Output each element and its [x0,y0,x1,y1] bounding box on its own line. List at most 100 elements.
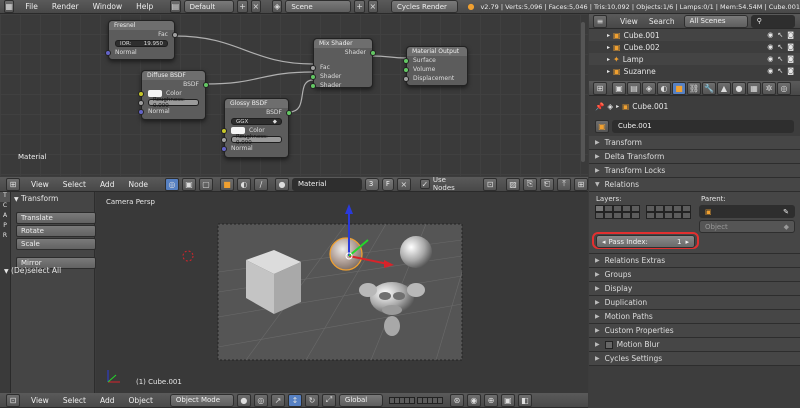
pivot-icon[interactable]: ◎ [253,393,268,407]
particles-tab-icon[interactable]: ✲ [762,81,776,95]
deselect-all-operator[interactable]: ▼ (De)select All [4,266,61,275]
world-tab-icon[interactable]: ◐ [657,81,671,95]
texture-tab-icon[interactable]: ▦ [747,81,761,95]
panel-motion-blur[interactable]: ▶ Motion Blur [589,338,800,352]
scene-tab-icon[interactable]: ◈ [642,81,656,95]
snap-element-icon[interactable]: ⊞ [573,177,588,191]
object-tab-icon[interactable]: ■ [672,81,686,95]
material-close-icon[interactable]: × [396,177,411,191]
material-tab-icon[interactable]: ● [732,81,746,95]
menu-window[interactable]: Window [93,2,123,11]
rotate-manipulator-icon[interactable]: ↻ [304,393,319,407]
data-tab-icon[interactable]: ▲ [717,81,731,95]
material-browse-icon[interactable]: ● [274,177,289,191]
node-editor[interactable]: Fresnel Fac IOR: 19.950 Normal Diffuse BS… [0,14,588,176]
layer-buttons[interactable] [388,396,443,404]
input-socket[interactable] [221,127,227,134]
panel-custom-properties[interactable]: ▶ Custom Properties [589,324,800,338]
proportional-icon[interactable]: ◉ [466,393,481,407]
output-socket[interactable] [370,49,376,56]
layer-grid[interactable] [595,205,692,219]
line-style-icon[interactable]: ∕ [253,177,268,191]
menu-view[interactable]: View [620,17,638,26]
parent-nodes-icon[interactable]: ⤒ [556,177,571,191]
distribution-select[interactable]: GGX ◆ [231,118,282,125]
constraints-tab-icon[interactable]: ⛓ [687,81,701,95]
motion-blur-checkbox[interactable] [604,340,613,349]
output-socket[interactable] [286,109,292,116]
pass-index-field[interactable]: ◂ Pass Index: 1 ▸ [596,235,695,248]
render-layers-tab-icon[interactable]: ▤ [627,81,641,95]
editor-type-icon[interactable]: ≡ [593,14,607,28]
editor-type-icon[interactable]: ⊡ [6,393,20,407]
input-socket[interactable] [403,66,409,73]
input-socket[interactable] [403,57,409,64]
parent-field[interactable]: ▣ ✎ [699,205,795,218]
layout-add-icon[interactable]: + [237,0,248,13]
object-name-field[interactable]: Cube.001 [612,119,794,133]
fresnel-node[interactable]: Fresnel Fac IOR: 19.950 Normal [105,20,178,60]
material-name-field[interactable]: Material [291,177,362,191]
render-engine-select[interactable]: Cycles Render [391,0,459,13]
input-socket[interactable] [138,99,144,106]
panel-cycles-settings[interactable]: ▶ Cycles Settings [589,352,800,366]
menu-add[interactable]: Add [100,180,115,189]
scene-close-icon[interactable]: × [367,0,379,13]
layout-close-icon[interactable]: × [250,0,262,13]
fake-user-button[interactable]: F [381,177,394,191]
input-socket[interactable] [310,73,316,80]
parent-type-select[interactable]: Object ◆ [699,220,795,233]
transform-panel-header[interactable]: ▼ Transform [14,194,58,203]
camera-icon[interactable]: ◧ [517,393,532,407]
orientation-select[interactable]: Global [338,393,383,407]
scene-icon[interactable]: ◈ [272,0,283,13]
use-nodes-checkbox[interactable]: ✓ [419,179,430,189]
roughness-field[interactable]: Roughness: 0.000 [231,134,282,146]
panel-delta-transform[interactable]: ▶ Delta Transform [589,150,800,164]
translate-manipulator-icon[interactable]: ↕ [287,393,302,407]
input-socket[interactable] [221,145,227,152]
menu-help[interactable]: Help [136,2,153,11]
lock-layers-icon[interactable]: ⊛ [449,393,464,407]
scale-manipulator-icon[interactable]: ⤢ [321,393,336,407]
input-socket[interactable] [138,108,144,115]
menu-select[interactable]: Select [63,396,86,405]
outliner-row-suzanne[interactable]: ▸ ▣ Suzanne ◉ ↖ ◙ [589,65,800,77]
shader-type-icon[interactable]: ◎ [165,177,180,191]
menu-render[interactable]: Render [52,2,79,11]
scale-button[interactable]: Scale [16,238,96,250]
input-socket[interactable] [310,64,316,71]
tab-relations[interactable]: R [0,232,10,242]
input-socket[interactable] [310,82,316,89]
menu-file[interactable]: File [25,2,38,11]
paste-nodes-icon[interactable]: ⎗ [540,177,554,191]
texture-type-icon[interactable]: ▣ [182,177,197,191]
outliner-row-lamp[interactable]: ▸ ✦ Lamp ◉ ↖ ◙ [589,53,800,65]
panel-duplication[interactable]: ▶ Duplication [589,296,800,310]
panel-motion-paths[interactable]: ▶ Motion Paths [589,310,800,324]
material-users-field[interactable]: 3 [364,177,379,191]
input-socket[interactable] [138,90,144,97]
physics-tab-icon[interactable]: ◎ [777,81,791,95]
editor-type-icon[interactable]: ⊞ [593,81,607,95]
mix-shader-node[interactable]: Mix Shader Shader Fac Shader Shader [310,38,376,89]
layout-select[interactable]: Default [183,0,235,13]
manipulator-toggle-icon[interactable]: ↗ [270,393,285,407]
scene-add-icon[interactable]: + [354,0,365,13]
panel-relations[interactable]: ▼ Relations [589,178,800,192]
menu-select[interactable]: Select [63,180,86,189]
node-editor-scrollbar[interactable] [581,22,585,162]
outliner-row-cube002[interactable]: ▸ ▣ Cube.002 ◉ ↖ ◙ [589,41,800,53]
mode-select[interactable]: Object Mode [169,393,234,407]
object-icon[interactable]: ■ [220,177,234,191]
tab-animation[interactable]: A [0,212,10,222]
backdrop-icon[interactable]: ▨ [506,177,521,191]
panel-relations-extras[interactable]: ▶ Relations Extras [589,254,800,268]
menu-search[interactable]: Search [649,17,675,26]
render-icon[interactable]: ▣ [500,393,515,407]
diffuse-node[interactable]: Diffuse BSDF BSDF Color Roughness: 0.000… [138,70,209,120]
pin-icon[interactable]: 📌 [595,102,604,111]
tab-tools[interactable]: T [0,192,10,202]
outliner-row-cube001[interactable]: ▸ ▣ Cube.001 ◉ ↖ ◙ [589,29,800,41]
menu-view[interactable]: View [31,180,49,189]
